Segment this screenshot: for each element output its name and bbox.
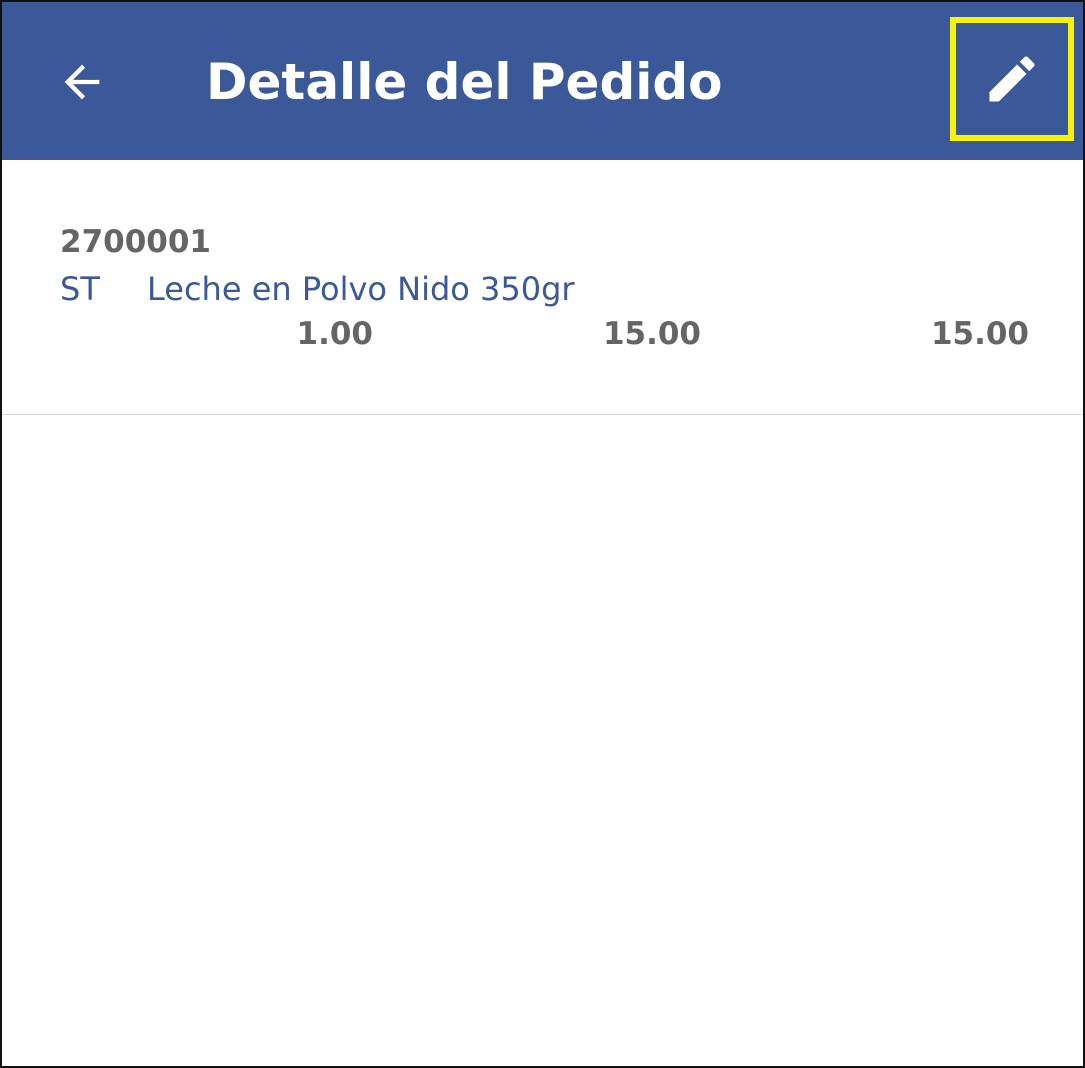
back-button[interactable] bbox=[46, 46, 118, 118]
order-item-row[interactable]: 2700001 ST Leche en Polvo Nido 350gr 1.0… bbox=[2, 160, 1083, 415]
item-unit-price: 15.00 bbox=[602, 316, 701, 352]
app-bar: Detalle del Pedido bbox=[2, 2, 1083, 160]
arrow-left-icon bbox=[64, 64, 100, 100]
pencil-icon bbox=[989, 56, 1035, 102]
item-quantity: 1.00 bbox=[296, 316, 374, 352]
page-title: Detalle del Pedido bbox=[206, 53, 723, 111]
item-unit: ST bbox=[60, 270, 100, 308]
screen: Detalle del Pedido 2700001 ST Leche en P… bbox=[0, 0, 1085, 1068]
item-name: Leche en Polvo Nido 350gr bbox=[147, 270, 575, 308]
edit-button[interactable] bbox=[950, 17, 1074, 141]
item-total: 15.00 bbox=[930, 316, 1029, 352]
item-code: 2700001 bbox=[60, 224, 211, 260]
